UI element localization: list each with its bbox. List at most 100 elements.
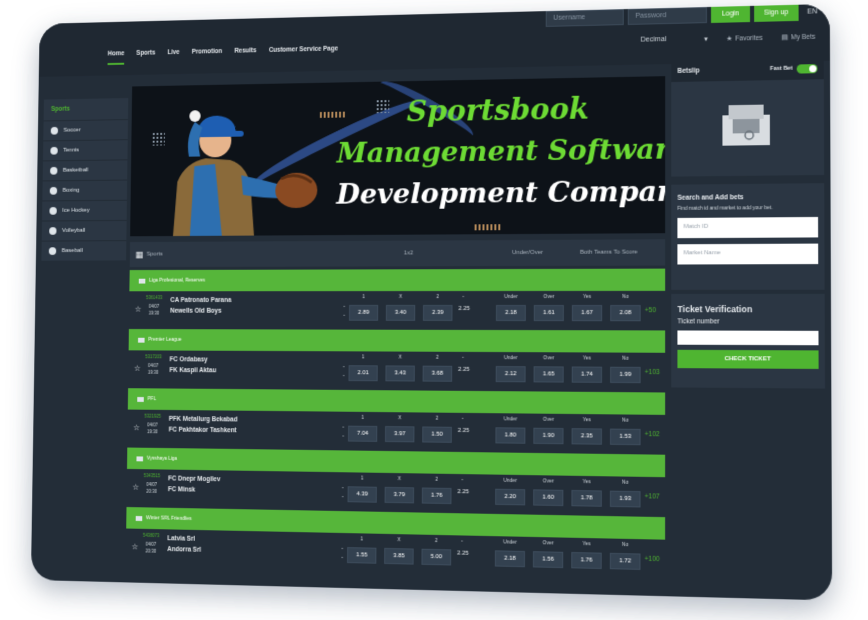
match-row: ☆ 5343515 04/07 20:30 FC Dnepr Mogilev FC Min… xyxy=(127,469,666,514)
login-button[interactable]: Login xyxy=(711,5,750,23)
bt-label: No xyxy=(622,417,629,424)
more-markets-link[interactable]: +103 xyxy=(645,369,660,376)
uo-odd-button[interactable]: 2.20 xyxy=(495,488,526,506)
league-name: Winter SRL Friendlies xyxy=(145,515,192,523)
uo-label: Under xyxy=(503,477,518,485)
more-markets-link[interactable]: +50 xyxy=(645,307,656,314)
uo-odd-button[interactable]: 1.60 xyxy=(533,489,564,507)
bt-odd-button[interactable]: 1.93 xyxy=(609,490,641,508)
sidebar-item-soccer[interactable]: Soccer xyxy=(43,119,129,141)
uo-odd-button[interactable]: 1.61 xyxy=(533,305,564,322)
odd-button[interactable]: 3.68 xyxy=(422,365,453,382)
sidebar-item-tennis[interactable]: Tennis xyxy=(42,139,128,161)
uo-odd-button[interactable]: 2.18 xyxy=(495,304,526,322)
nav-live[interactable]: Live xyxy=(167,49,179,64)
uo-odd-button[interactable]: 1.65 xyxy=(533,366,564,383)
uo-label: Over xyxy=(542,478,554,485)
odd-button[interactable]: 5.00 xyxy=(421,548,452,566)
uo-odd-button[interactable]: 1.56 xyxy=(532,551,564,569)
username-input[interactable]: Username xyxy=(546,9,625,27)
flag-icon xyxy=(138,337,145,343)
odd-button[interactable]: 4.39 xyxy=(347,486,377,503)
odd-button[interactable]: 1.50 xyxy=(422,426,452,443)
match-date-day: 04/07 xyxy=(147,422,158,428)
odd-button[interactable]: 3.85 xyxy=(384,547,414,565)
odds-format-select[interactable]: Decimal ▾ xyxy=(641,35,708,45)
odd-button[interactable]: 3.79 xyxy=(384,486,415,504)
search-title: Search and Add bets xyxy=(677,194,744,202)
bt-odd-button[interactable]: 1.53 xyxy=(610,428,641,446)
dash: - xyxy=(341,494,344,501)
promo-banner[interactable]: Sportsbook Management Software Developme… xyxy=(130,76,666,237)
bt-odd-button[interactable]: 1.76 xyxy=(571,551,602,570)
sidebar-item-ice-hockey[interactable]: Ice Hockey xyxy=(42,199,127,221)
banner-hatch xyxy=(319,111,345,118)
bt-odd-button[interactable]: 1.78 xyxy=(571,489,602,507)
odd-label: 2 xyxy=(435,537,438,545)
uo-odd-button[interactable]: 2.12 xyxy=(495,366,526,383)
favorites-link[interactable]: ★ Favorites xyxy=(726,34,763,43)
odd-button[interactable]: 7.04 xyxy=(348,425,378,442)
odd-button[interactable]: 2.01 xyxy=(348,365,378,382)
nav-sports[interactable]: Sports xyxy=(136,50,155,65)
favorite-star-icon[interactable]: ☆ xyxy=(132,542,139,551)
favorite-star-icon[interactable]: ☆ xyxy=(132,483,139,492)
sidebar-item-boxing[interactable]: Boxing xyxy=(42,179,128,201)
nav-promotion[interactable]: Promotion xyxy=(192,48,223,63)
odd-button[interactable]: 1.55 xyxy=(347,547,377,564)
more-markets-link[interactable]: +102 xyxy=(645,431,660,438)
check-ticket-button[interactable]: CHECK TICKET xyxy=(677,349,819,369)
bt-label: No xyxy=(621,541,629,549)
nav-customer-service[interactable]: Customer Service Page xyxy=(269,45,338,61)
bt-odd-button[interactable]: 1.72 xyxy=(609,552,641,570)
match-time: 19:30 xyxy=(148,310,160,316)
bt-odd-button[interactable]: 1.74 xyxy=(571,366,603,383)
odds-format-value: Decimal xyxy=(640,36,667,44)
favorite-star-icon[interactable]: ☆ xyxy=(133,423,140,432)
nav-home[interactable]: Home xyxy=(107,50,125,66)
bt-odd-button[interactable]: 1.67 xyxy=(571,305,603,322)
nav-results[interactable]: Results xyxy=(234,47,256,62)
match-id-input[interactable]: Match ID xyxy=(677,216,819,239)
soccer-ball-icon xyxy=(50,126,59,135)
language-selector[interactable]: EN xyxy=(807,4,817,22)
more-markets-link[interactable]: +100 xyxy=(645,556,660,564)
bt-odd-button[interactable]: 2.08 xyxy=(610,305,641,322)
odd-button[interactable]: 3.40 xyxy=(385,304,416,321)
odd-button[interactable]: 3.43 xyxy=(385,365,415,382)
uo-odd-button[interactable]: 1.90 xyxy=(533,427,564,445)
bt-label: Yes xyxy=(582,293,592,300)
bt-odd-button[interactable]: 2.35 xyxy=(571,428,602,445)
uo-label: Over xyxy=(543,355,555,362)
sidebar-item-baseball[interactable]: Baseball xyxy=(41,240,127,261)
signup-button[interactable]: Sign up xyxy=(753,4,799,22)
col-1x2: 1x2 xyxy=(403,250,414,257)
uo-odd-button[interactable]: 1.80 xyxy=(495,427,526,444)
match-date-day: 04/07 xyxy=(148,303,160,309)
favorite-star-icon[interactable]: ☆ xyxy=(135,305,142,314)
league-header[interactable]: Premier League xyxy=(128,329,666,353)
sidebar-item-volleyball[interactable]: Volleyball xyxy=(41,219,127,241)
ticket-number-input[interactable] xyxy=(677,330,819,346)
more-markets-link[interactable]: +107 xyxy=(645,493,660,500)
odd-button[interactable]: 2.39 xyxy=(422,304,453,321)
bt-odd-button[interactable]: 1.99 xyxy=(610,366,641,384)
fast-bet-toggle[interactable] xyxy=(796,63,818,74)
favorite-star-icon[interactable]: ☆ xyxy=(134,364,141,373)
odd-button[interactable]: 3.97 xyxy=(384,426,415,443)
match-code: 5343515 xyxy=(143,473,161,479)
league-header[interactable]: Liga Profesional, Reserves xyxy=(129,268,666,292)
league-name: Liga Profesional, Reserves xyxy=(149,277,206,284)
sidebar-title: Sports xyxy=(43,98,129,121)
password-input[interactable]: Password xyxy=(628,7,708,25)
odd-button[interactable]: 1.76 xyxy=(421,487,452,505)
uo-odd-button[interactable]: 2.18 xyxy=(494,550,525,568)
sports-sidebar: Sports Soccer Tennis Basketball Boxing I… xyxy=(41,98,129,261)
sidebar-item-basketball[interactable]: Basketball xyxy=(42,159,128,181)
away-team: Andorra Srl xyxy=(167,546,202,554)
market-name-input[interactable]: Market Name xyxy=(677,243,819,265)
favorites-label: Favorites xyxy=(735,34,763,43)
odd-button[interactable]: 2.89 xyxy=(348,304,379,321)
home-team: FC Ordabasy xyxy=(169,356,208,364)
mybets-link[interactable]: ▤ My Bets xyxy=(781,33,815,41)
